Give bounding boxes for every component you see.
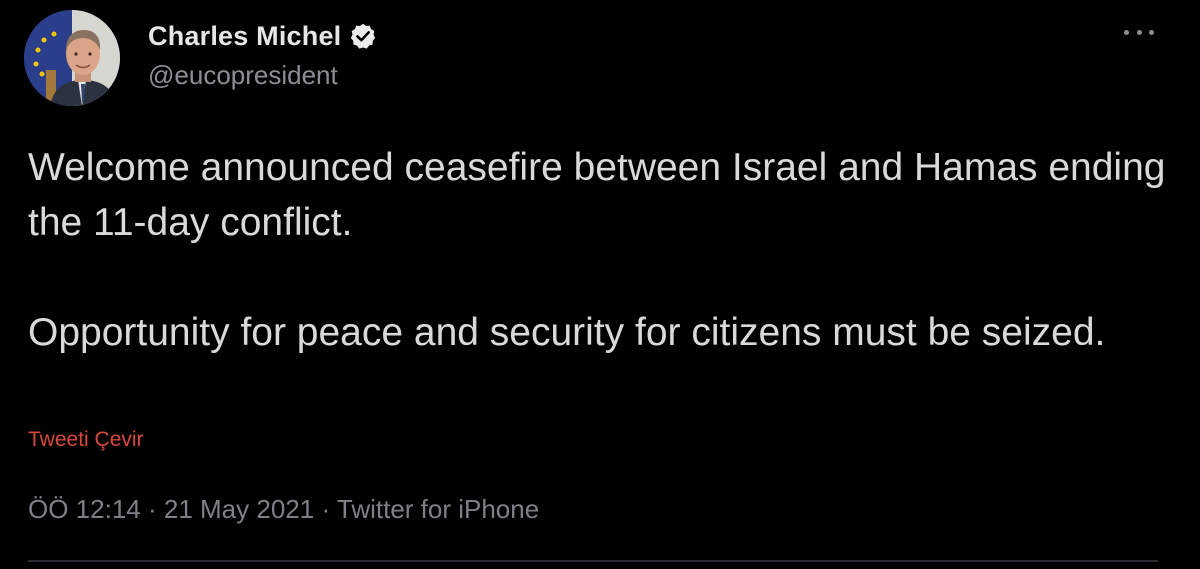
avatar[interactable] [24,10,120,106]
tweet-paragraph: Welcome announced ceasefire between Isra… [28,146,1166,244]
tweet-card: Charles Michel @eucopresident Welcome an… [0,0,1200,569]
translate-tweet-link[interactable]: Tweeti Çevir [28,428,144,452]
profile-photo-icon [24,10,120,106]
author-name-row[interactable]: Charles Michel [148,18,377,54]
tweet-date[interactable]: 21 May 2021 [164,494,314,524]
tweet-paragraph: Opportunity for peace and security for c… [28,311,1106,354]
tweet-metadata: ÖÖ 12:14 · 21 May 2021 · Twitter for iPh… [28,494,539,525]
tweet-body: Welcome announced ceasefire between Isra… [28,140,1178,360]
author-handle[interactable]: @eucopresident [148,60,338,91]
verified-badge-icon [349,22,377,50]
more-options-icon[interactable] [1124,22,1154,42]
divider [28,560,1158,562]
meta-separator: · [321,494,331,524]
tweet-source[interactable]: Twitter for iPhone [337,494,539,524]
meta-separator: · [147,494,157,524]
author-display-name[interactable]: Charles Michel [148,21,341,52]
tweet-time[interactable]: ÖÖ 12:14 [28,494,141,524]
